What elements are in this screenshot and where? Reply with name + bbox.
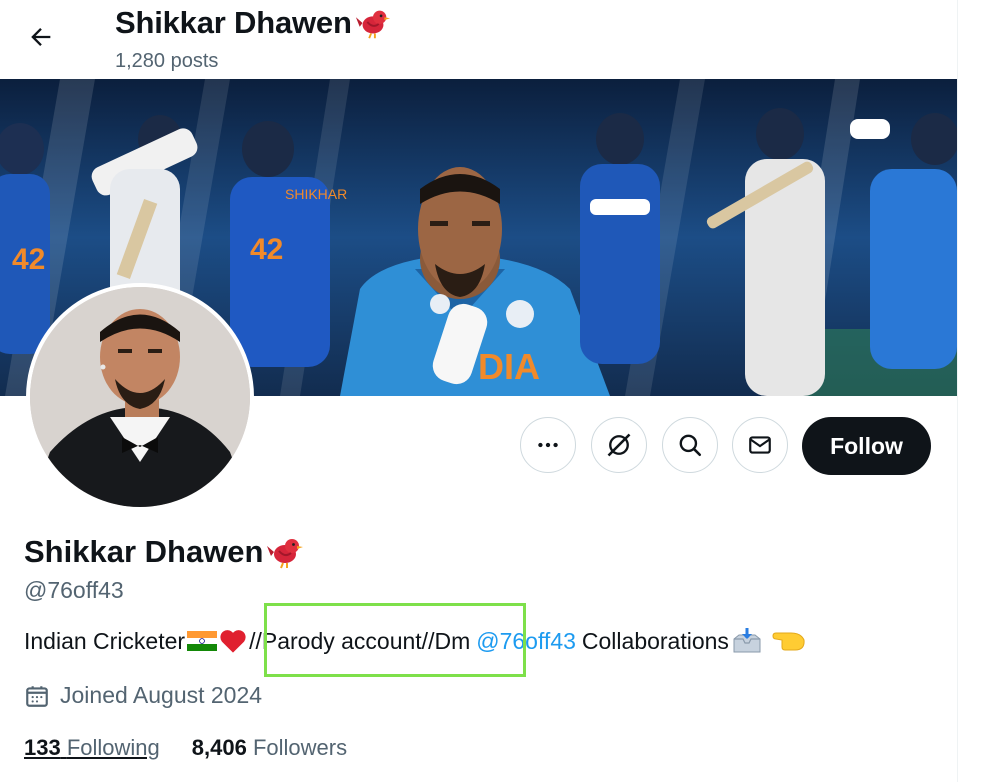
- search-profile-button[interactable]: [662, 417, 718, 473]
- banner-jersey-text: DIA: [478, 346, 540, 387]
- svg-text:42: 42: [250, 233, 283, 266]
- india-flag-icon: [187, 631, 218, 651]
- envelope-icon: [749, 436, 771, 454]
- profile-display-name-row: Shikkar Dhawen: [24, 532, 305, 572]
- followers-link[interactable]: 8,406 Followers: [192, 735, 347, 761]
- following-count: 133: [24, 735, 61, 760]
- red-heart-icon: [220, 630, 246, 653]
- header-title: Shikkar Dhawen: [115, 4, 392, 42]
- grok-button[interactable]: [591, 417, 647, 473]
- posts-count: 1,280 posts: [115, 50, 219, 72]
- calendar-icon: [26, 685, 48, 707]
- following-label: Following: [66, 735, 160, 760]
- message-button[interactable]: [732, 417, 788, 473]
- joined-date: Joined August 2024: [24, 682, 262, 709]
- page-divider: [957, 0, 958, 782]
- banner-name-text: SHIKHAR: [285, 186, 347, 202]
- profile-handle: @76off43: [24, 577, 124, 603]
- more-options-button[interactable]: [520, 417, 576, 473]
- more-horizontal-icon: [538, 442, 558, 448]
- banner-number-text: 42: [12, 243, 45, 276]
- followers-count: 8,406: [191, 735, 247, 760]
- arrow-left-icon: [31, 28, 51, 46]
- red-bird-emoji-icon: [355, 10, 390, 39]
- profile-display-name: Shikkar Dhawen: [24, 534, 264, 569]
- search-icon: [679, 434, 702, 457]
- red-bird-emoji-icon: [267, 539, 304, 569]
- backhand-pointing-left-icon: [772, 632, 805, 651]
- highlight-annotation-box: [264, 603, 526, 677]
- back-button[interactable]: [22, 18, 60, 56]
- grok-icon: [607, 433, 631, 457]
- header-display-name: Shikkar Dhawen: [115, 5, 352, 40]
- follow-button[interactable]: Follow: [802, 417, 931, 475]
- bio-text-1: Indian Cricketer: [24, 627, 186, 654]
- joined-text: Joined August 2024: [60, 682, 263, 708]
- inbox-tray-icon: [733, 628, 761, 653]
- followers-label: Followers: [252, 735, 348, 760]
- following-link[interactable]: 133 Following: [24, 735, 160, 761]
- bio-text-3: Collaborations: [581, 627, 729, 654]
- avatar-image: [30, 287, 250, 507]
- profile-avatar[interactable]: [26, 283, 254, 511]
- follow-stats: 133 Following 8,406 Followers: [24, 735, 347, 761]
